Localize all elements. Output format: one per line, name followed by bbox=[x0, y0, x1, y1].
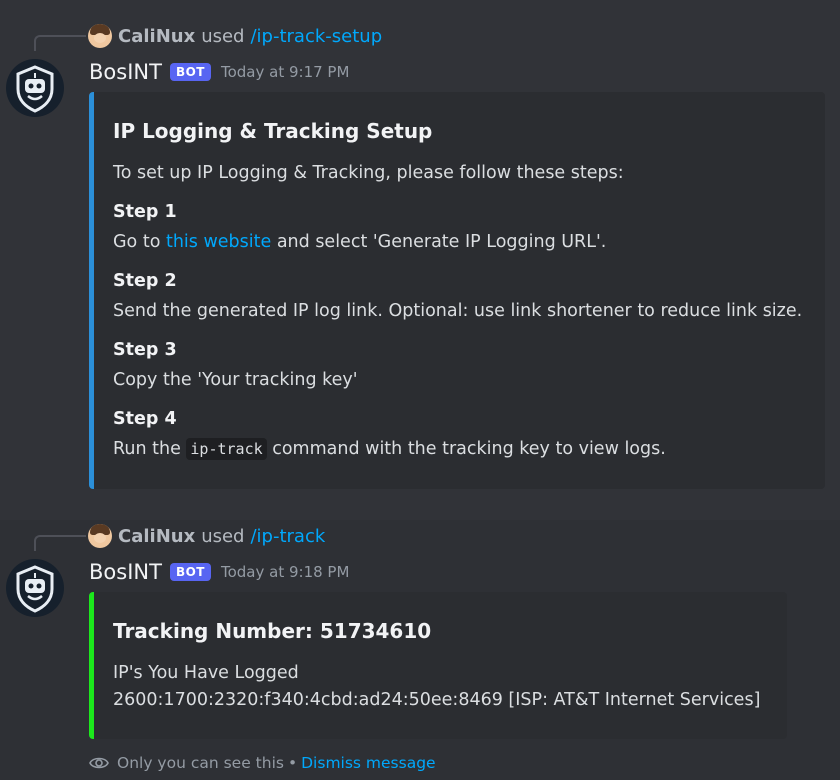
message-header: BosINT BOT Today at 9:18 PM bbox=[89, 558, 349, 586]
reply-used-text: used bbox=[201, 25, 245, 47]
message-ip-track: CaliNux used /ip-track BosINT BOT Today … bbox=[0, 520, 840, 780]
ephemeral-text: Only you can see this bbox=[117, 754, 284, 772]
author-name[interactable]: BosINT bbox=[89, 560, 162, 584]
ip-track-code: ip-track bbox=[186, 438, 267, 460]
reply-username[interactable]: CaliNux bbox=[118, 526, 195, 547]
step-1-prefix: Go to bbox=[113, 232, 166, 252]
timestamp[interactable]: Today at 9:17 PM bbox=[221, 63, 349, 81]
dismiss-message-link[interactable]: Dismiss message bbox=[301, 754, 435, 772]
author-name[interactable]: BosINT bbox=[89, 60, 162, 84]
step-2-title: Step 2 bbox=[113, 271, 177, 291]
embed-title: Tracking Number: 51734610 bbox=[113, 619, 432, 643]
logged-ips-label: IP's You Have Logged bbox=[113, 663, 299, 683]
bot-avatar[interactable] bbox=[6, 559, 64, 617]
reply-reference[interactable]: CaliNux used /ip-track bbox=[88, 523, 325, 549]
user-avatar-icon[interactable] bbox=[88, 524, 112, 548]
step-1-title: Step 1 bbox=[113, 202, 177, 222]
reply-used-text: used bbox=[201, 525, 245, 547]
website-link[interactable]: this website bbox=[166, 232, 271, 252]
step-4-suffix: command with the tracking key to view lo… bbox=[266, 439, 666, 459]
setup-embed: IP Logging & Tracking Setup To set up IP… bbox=[89, 92, 825, 489]
embed-title: IP Logging & Tracking Setup bbox=[113, 119, 433, 143]
eye-icon bbox=[89, 756, 109, 770]
step-2-text: Send the generated IP log link. Optional… bbox=[113, 301, 803, 321]
message-header: BosINT BOT Today at 9:17 PM bbox=[89, 58, 349, 86]
bot-tag: BOT bbox=[169, 63, 211, 81]
step-4-prefix: Run the bbox=[113, 439, 187, 459]
reply-command[interactable]: /ip-track bbox=[250, 526, 325, 547]
step-3-text: Copy the 'Your tracking key' bbox=[113, 370, 358, 390]
step-1-text: Go to this website and select 'Generate … bbox=[113, 232, 606, 252]
reply-command[interactable]: /ip-track-setup bbox=[250, 26, 382, 47]
bot-avatar[interactable] bbox=[6, 59, 64, 117]
bot-tag: BOT bbox=[169, 563, 211, 581]
step-4-title: Step 4 bbox=[113, 409, 177, 429]
reply-connector bbox=[34, 35, 86, 51]
embed-intro: To set up IP Logging & Tracking, please … bbox=[113, 163, 624, 183]
robot-shield-icon bbox=[16, 565, 54, 613]
ephemeral-footer: Only you can see this • Dismiss message bbox=[89, 751, 436, 775]
user-avatar-icon[interactable] bbox=[88, 24, 112, 48]
step-3-title: Step 3 bbox=[113, 340, 177, 360]
logged-ip-entry: 2600:1700:2320:f340:4cbd:ad24:50ee:8469 … bbox=[113, 690, 761, 710]
reply-connector bbox=[34, 535, 86, 551]
step-4-text: Run the ip-track command with the tracki… bbox=[113, 438, 666, 460]
reply-username[interactable]: CaliNux bbox=[118, 26, 195, 47]
footer-separator: • bbox=[287, 754, 298, 772]
tracking-embed: Tracking Number: 51734610 IP's You Have … bbox=[89, 592, 787, 739]
step-1-suffix: and select 'Generate IP Logging URL'. bbox=[271, 232, 607, 252]
timestamp[interactable]: Today at 9:18 PM bbox=[221, 563, 349, 581]
reply-reference[interactable]: CaliNux used /ip-track-setup bbox=[88, 23, 382, 49]
robot-shield-icon bbox=[16, 65, 54, 113]
message-ip-track-setup: CaliNux used /ip-track-setup BosINT BOT … bbox=[0, 0, 840, 520]
